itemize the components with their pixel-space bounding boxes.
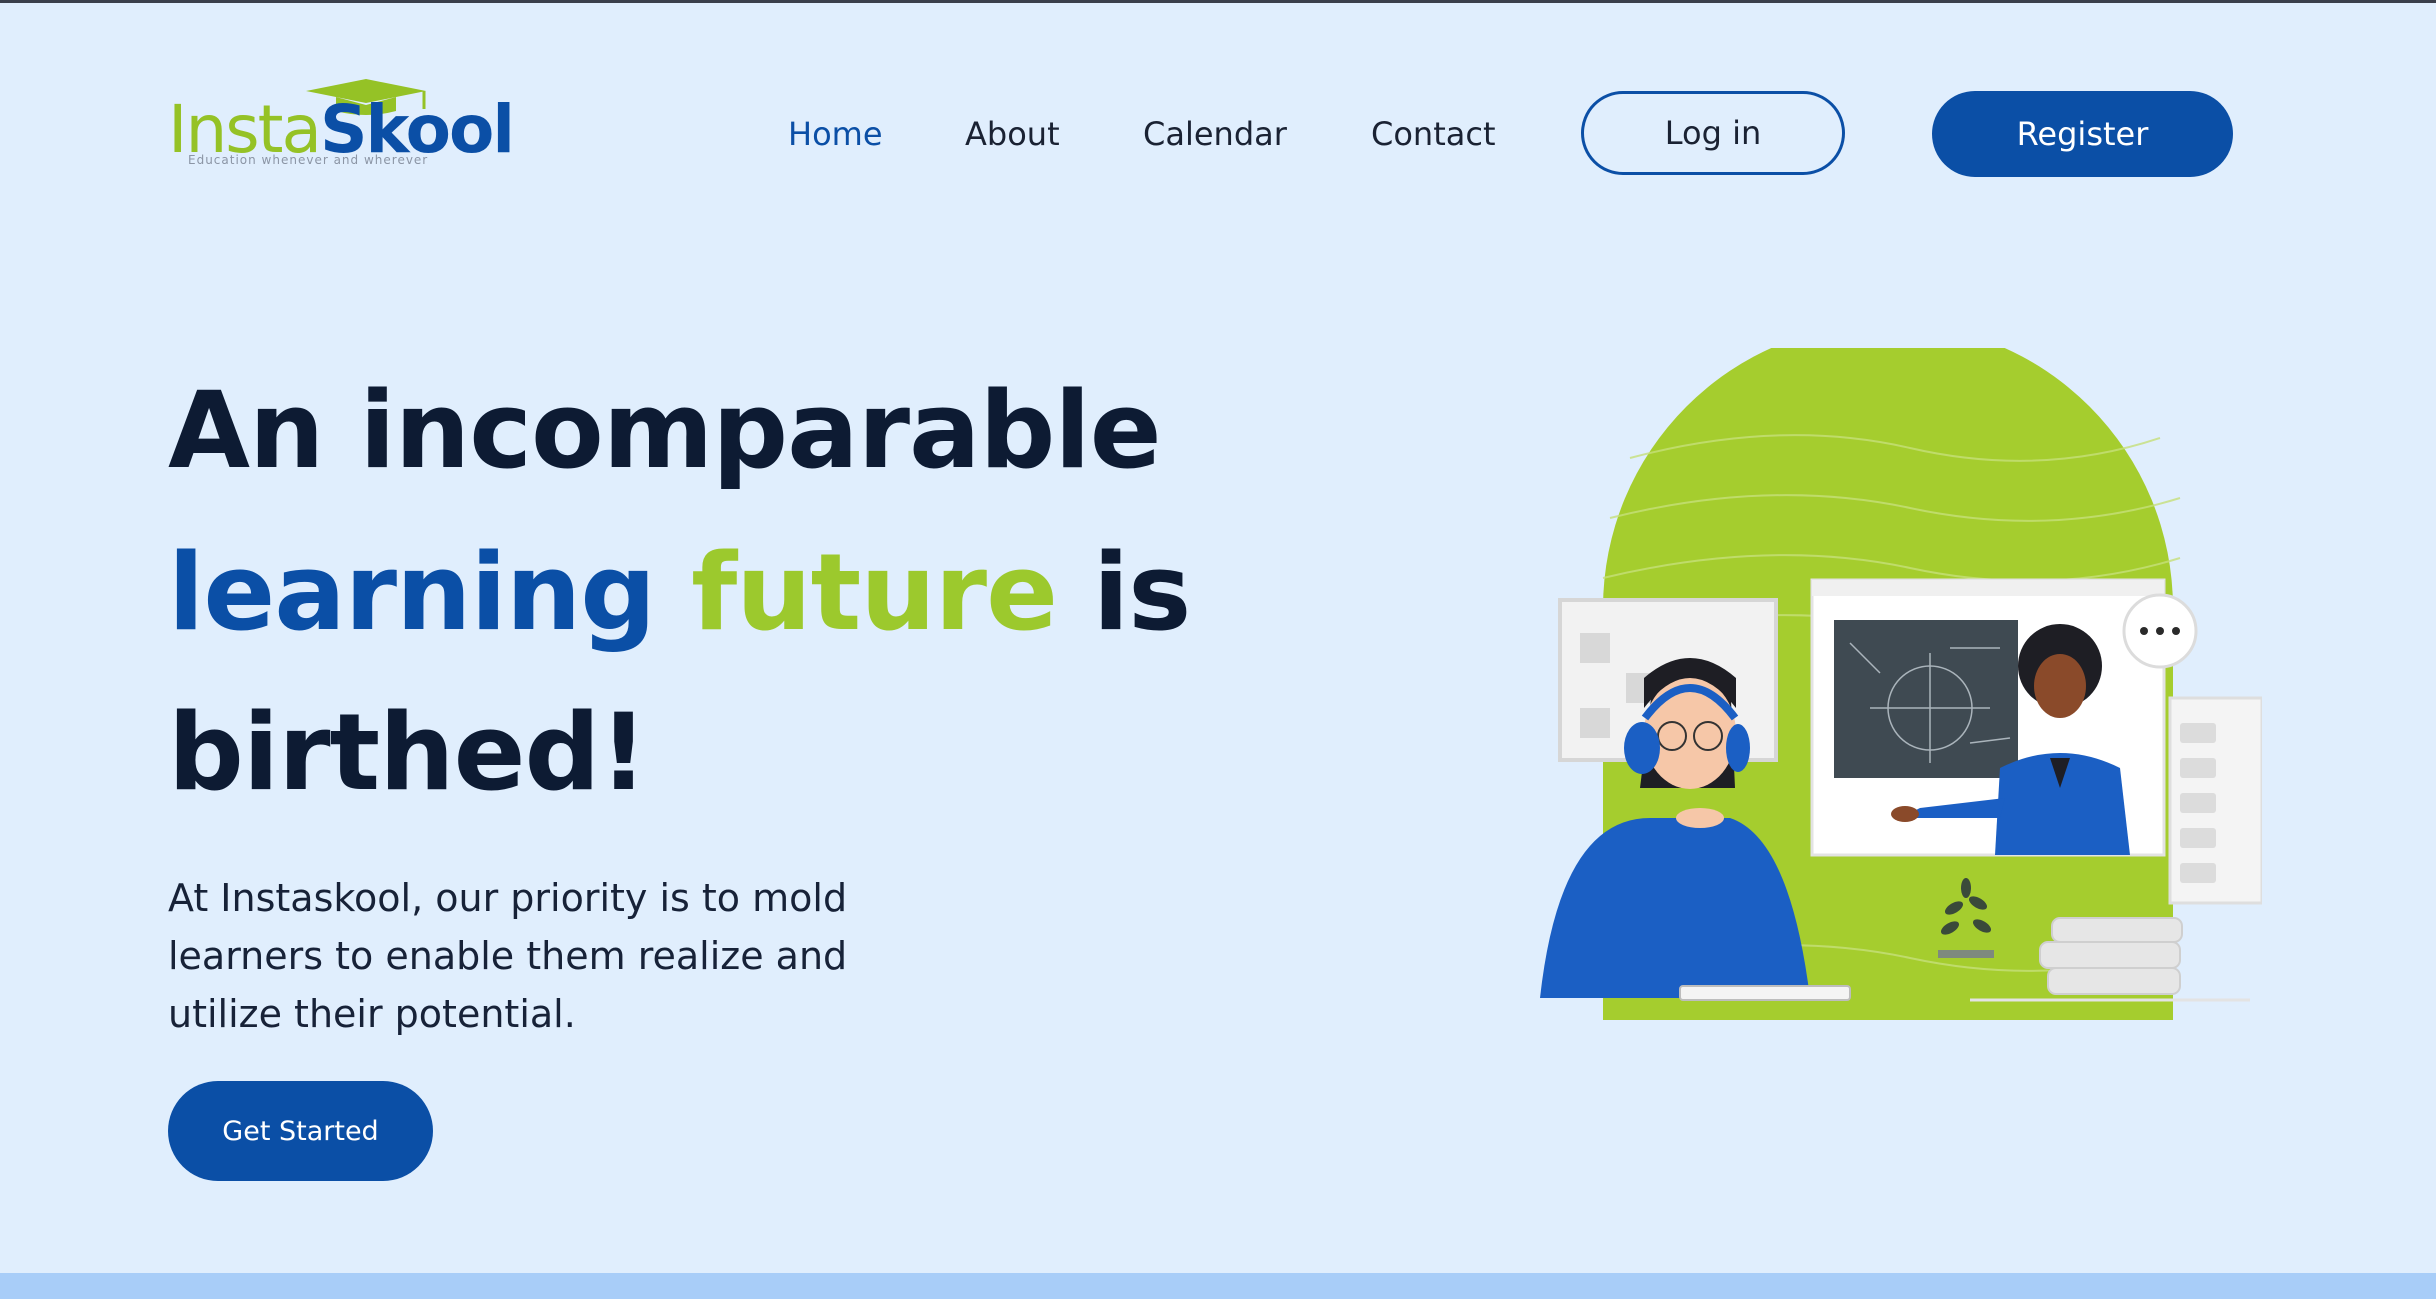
hero-description-line: At Instaskool, our priority is to mold [168, 876, 848, 920]
hero-heading-line2: learning future is [168, 540, 1191, 646]
get-started-button[interactable]: Get Started [168, 1081, 433, 1181]
nav-calendar[interactable]: Calendar [1143, 115, 1287, 153]
hero-word-is: is [1092, 531, 1191, 654]
login-button[interactable]: Log in [1581, 91, 1845, 175]
brand-logo[interactable]: InstaSkool Education whenever and wherev… [168, 79, 515, 169]
bottom-strip [0, 1273, 2436, 1299]
hero-word-learning: learning [168, 531, 656, 654]
online-learning-illustration [1540, 348, 2262, 1020]
hero-description-line: utilize their potential. [168, 992, 576, 1036]
nav-contact[interactable]: Contact [1371, 115, 1496, 153]
hero-word-future: future [691, 531, 1058, 654]
hero-description-line: learners to enable them realize and [168, 934, 848, 978]
hero-heading-line3: birthed! [168, 691, 648, 814]
hero-heading-line1: An incomparable [168, 369, 1162, 492]
nav-home[interactable]: Home [788, 115, 883, 153]
headphones-icon [1624, 722, 1660, 774]
chalkboard [1834, 620, 2018, 778]
register-button[interactable]: Register [1932, 91, 2233, 177]
brand-tagline: Education whenever and wherever [188, 153, 429, 167]
nav-about[interactable]: About [965, 115, 1060, 153]
hero-description: At Instaskool, our priority is to mold l… [168, 869, 928, 1043]
